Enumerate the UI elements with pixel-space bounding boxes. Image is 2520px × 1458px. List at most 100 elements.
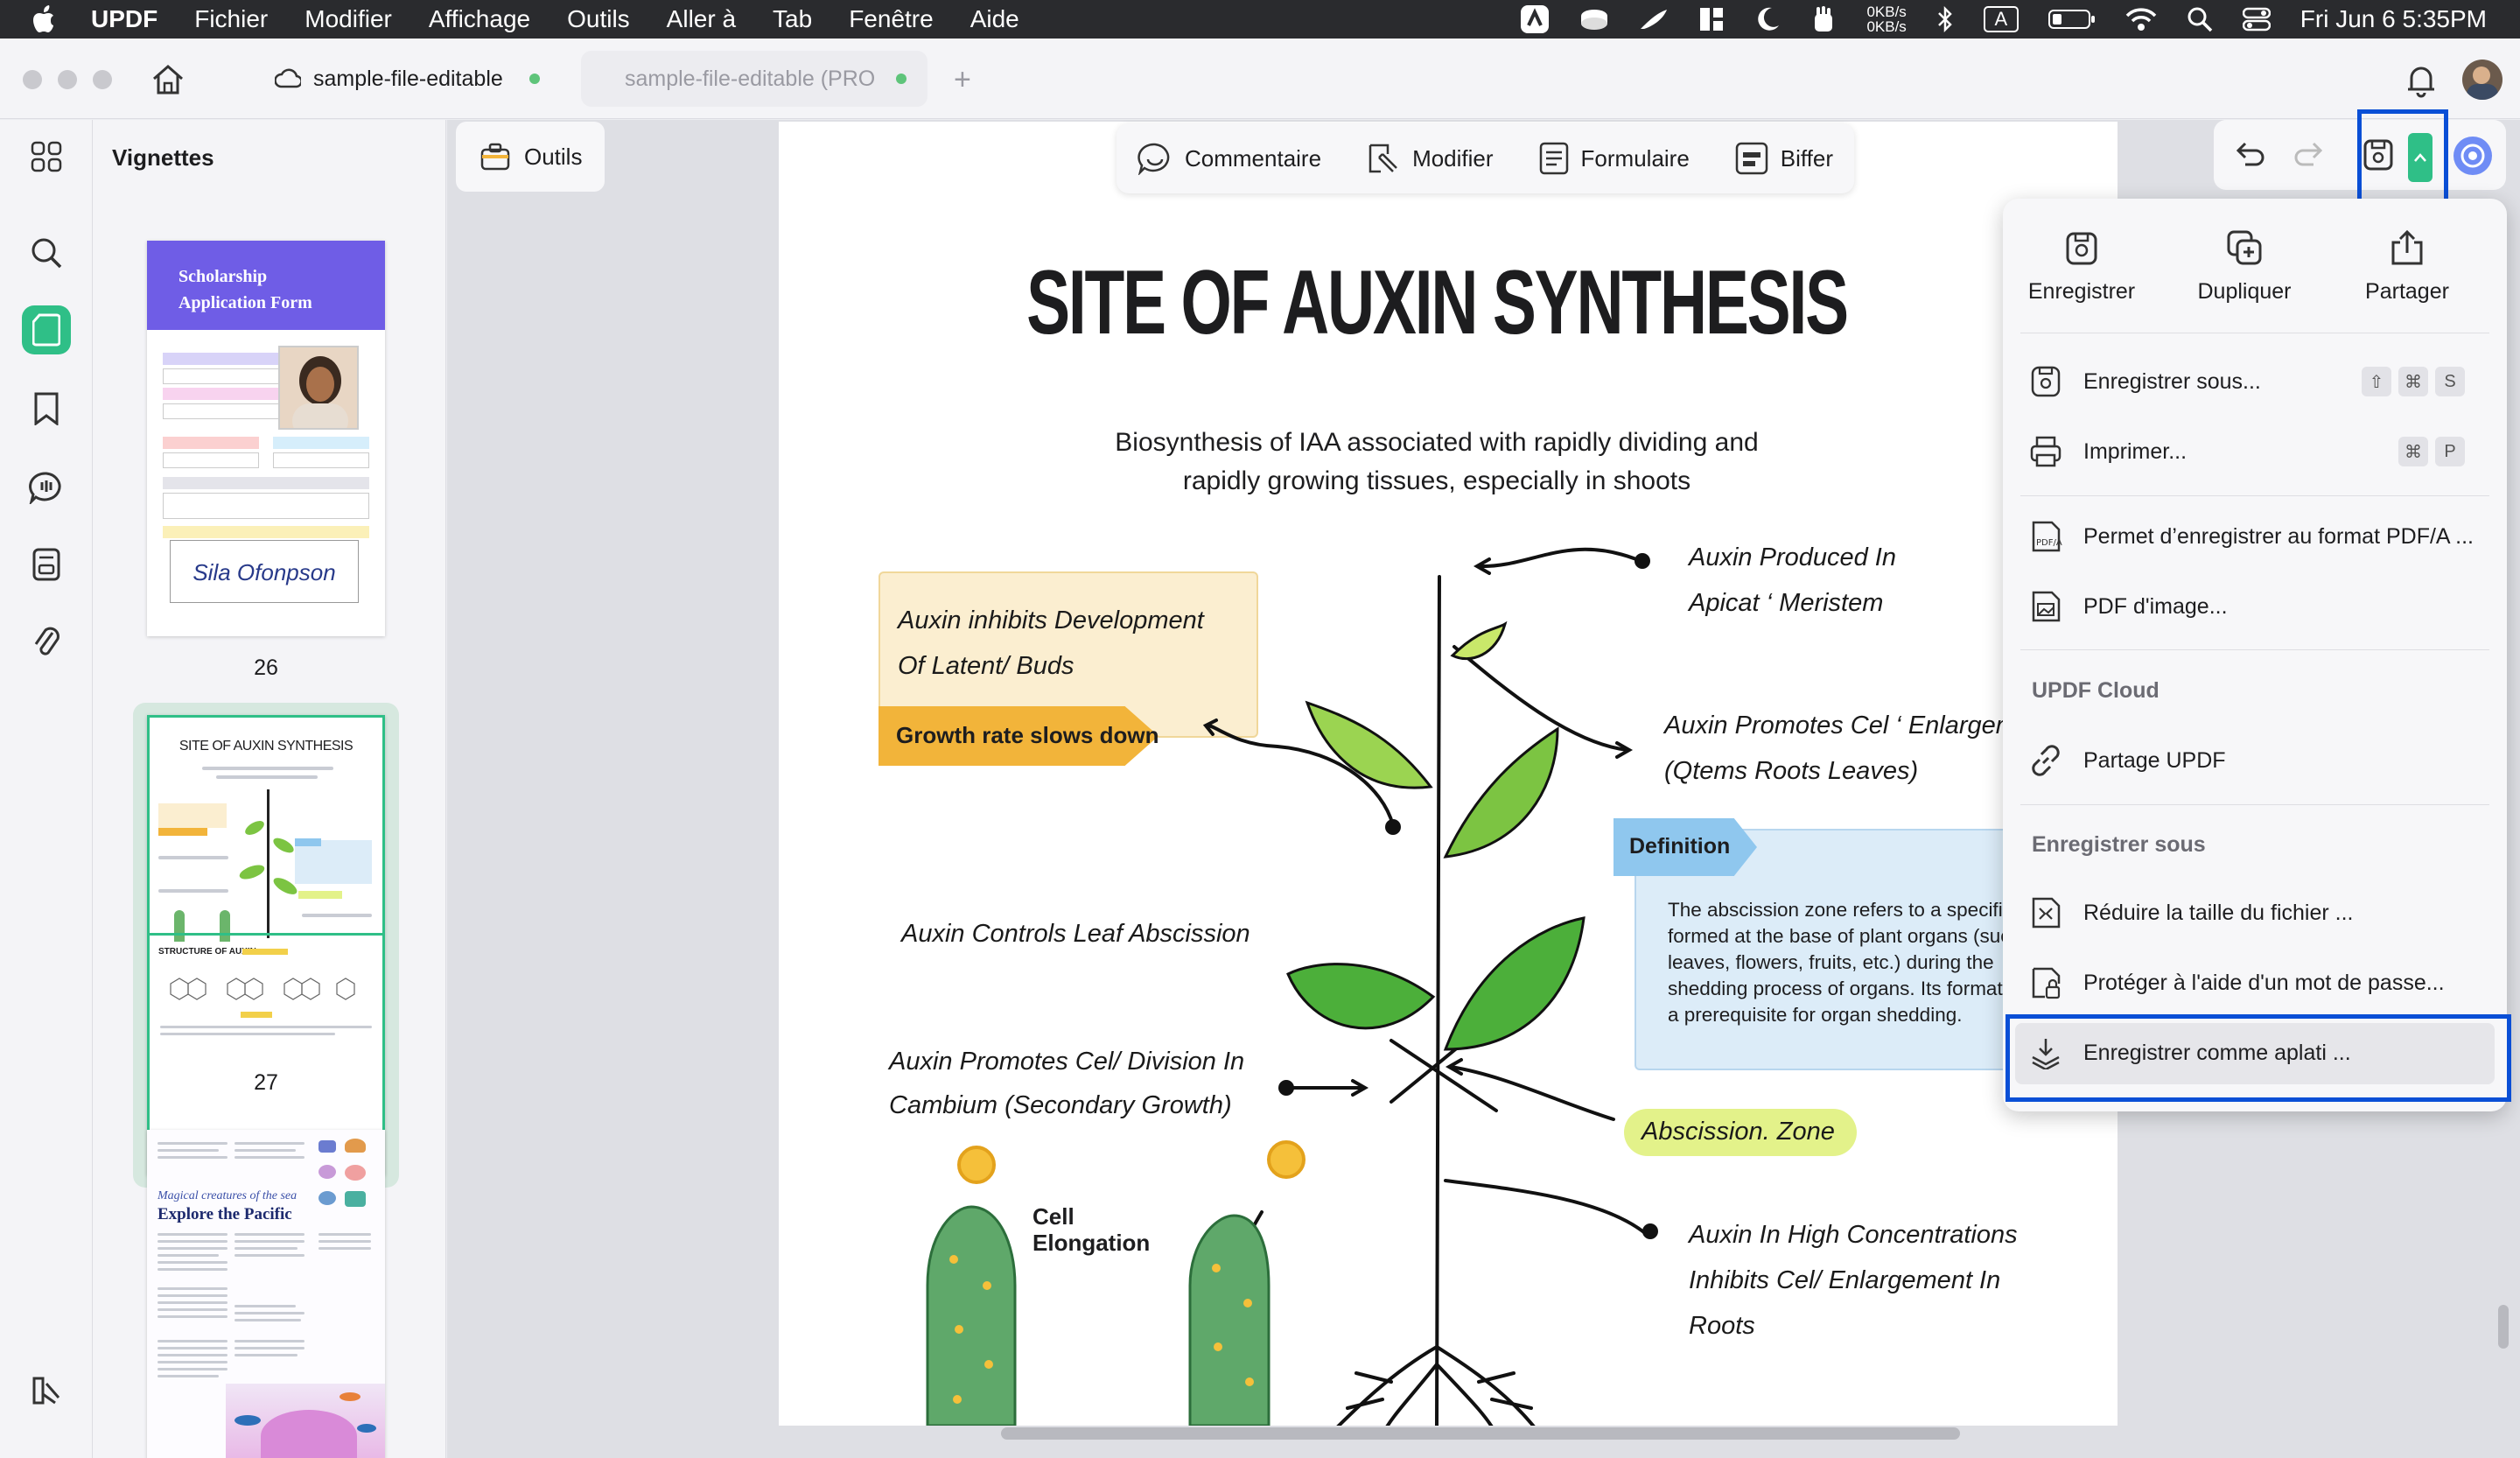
menu-modifier[interactable]: Modifier — [304, 5, 392, 33]
page-thumbnail-26[interactable]: Scholarship Application Form Sila Ofonps… — [147, 241, 385, 636]
battery-icon[interactable] — [2048, 8, 2096, 31]
thumbnails-panel: Vignettes Scholarship Application Form S… — [93, 120, 524, 1458]
dd-separator — [2020, 649, 2489, 650]
commentaire-label: Commentaire — [1185, 144, 1322, 172]
outils-label: Outils — [524, 143, 583, 170]
dd-pdf-image-label: PDF d'image... — [2083, 593, 2228, 619]
thumb-coral-illustration — [226, 1384, 385, 1458]
menu-fichier[interactable]: Fichier — [194, 5, 268, 33]
kbd-shift: ⇧ — [2362, 367, 2391, 396]
thumb-auxin-title: SITE OF AUXIN SYNTHESIS — [178, 739, 354, 754]
kbd-cmd: ⌘ — [2398, 367, 2428, 396]
redact-icon — [1735, 142, 1768, 175]
form-fields-icon[interactable] — [22, 540, 71, 589]
attachment-paperclip-icon[interactable] — [22, 617, 71, 666]
dd-dupliquer-button[interactable]: Dupliquer — [2166, 228, 2323, 305]
tab-saved-dot — [528, 74, 540, 84]
grid-status-icon[interactable] — [1698, 6, 1725, 32]
redo-icon[interactable] — [2294, 138, 2326, 170]
biffer-label: Biffer — [1780, 144, 1834, 172]
dd-print-item[interactable]: Imprimer... ⌘ P — [2029, 427, 2484, 476]
formulaire-label: Formulaire — [1580, 144, 1690, 172]
apple-icon[interactable] — [33, 5, 68, 33]
toolbox-icon — [480, 143, 510, 171]
notification-bell-icon[interactable] — [2404, 63, 2438, 98]
macos-menu-bar: UPDF Fichier Modifier Affichage Outils A… — [0, 0, 2520, 39]
dd-pdfa-item[interactable]: PDF/A Permet d’enregistrer au format PDF… — [2029, 512, 2484, 561]
save-icon — [2066, 232, 2097, 265]
edit-icon — [1368, 144, 1397, 173]
disk-icon[interactable] — [1579, 6, 1609, 32]
bluetooth-icon[interactable] — [1936, 6, 1954, 32]
menu-app-name[interactable]: UPDF — [91, 5, 158, 33]
tab-label: sample-file-editable — [313, 66, 503, 91]
thumbnails-icon[interactable] — [22, 305, 71, 354]
apps-grid-icon[interactable] — [22, 132, 71, 181]
plant-illustration — [926, 547, 1658, 1426]
tab-saved-dot — [896, 74, 907, 84]
print-shortcut: ⌘ P — [2391, 437, 2465, 466]
vertical-scrollbar[interactable] — [2498, 1305, 2509, 1349]
dd-separator — [2020, 804, 2489, 805]
user-avatar[interactable] — [2462, 60, 2502, 100]
dd-enregistrer-button[interactable]: Enregistrer — [2003, 228, 2160, 305]
dd-partage-updf-item[interactable]: Partage UPDF — [2029, 736, 2484, 785]
dd-protect-password-label: Protéger à l'aide d'un mot de passe... — [2083, 970, 2445, 995]
formulaire-button[interactable]: Formulaire — [1539, 142, 1690, 175]
menu-affichage[interactable]: Affichage — [429, 5, 530, 33]
tab-sample-file-editable[interactable]: sample-file-editable — [275, 51, 540, 107]
dd-reduce-size-label: Réduire la taille du fichier ... — [2083, 900, 2354, 925]
feather-icon[interactable] — [1639, 6, 1669, 32]
updf-status-icon[interactable] — [1520, 4, 1550, 34]
spotlight-search-icon[interactable] — [2187, 6, 2213, 32]
outils-button[interactable]: Outils — [456, 122, 605, 192]
share-icon — [2391, 229, 2423, 265]
commentaire-button[interactable]: Commentaire — [1138, 142, 1321, 175]
wifi-icon[interactable] — [2125, 7, 2157, 32]
printer-icon — [2030, 436, 2062, 467]
page-thumbnail-28[interactable]: Magical creatures of the sea Explore the… — [147, 1130, 385, 1458]
dd-protect-password-item[interactable]: Protéger à l'aide d'un mot de passe... — [2029, 958, 2484, 1007]
dd-pdfa-label: Permet d’enregistrer au format PDF/A ... — [2083, 523, 2474, 549]
control-center-icon[interactable] — [2242, 6, 2271, 32]
horizontal-scrollbar[interactable] — [1001, 1427, 1960, 1440]
tab-sample-file-editable-pro[interactable]: sample-file-editable (PRO — [581, 51, 928, 107]
clock-datetime[interactable]: Fri Jun 6 5:35PM — [2300, 5, 2487, 33]
thumb-form-title: Scholarship Application Form — [178, 267, 312, 312]
dd-save-as-label: Enregistrer sous... — [2083, 368, 2261, 394]
image-pdf-icon — [2032, 591, 2061, 622]
biffer-button[interactable]: Biffer — [1735, 142, 1833, 175]
menu-aide[interactable]: Aide — [970, 5, 1019, 33]
page-number-27: 27 — [254, 1070, 278, 1095]
window-zoom-button[interactable] — [93, 70, 112, 89]
hand-icon[interactable] — [1810, 5, 1837, 33]
bookmark-icon[interactable] — [22, 384, 71, 433]
window-minimize-button[interactable] — [58, 70, 77, 89]
kbd-p: P — [2435, 437, 2465, 466]
ai-assistant-icon[interactable] — [2454, 137, 2492, 175]
dd-save-as-item[interactable]: Enregistrer sous... ⇧ ⌘ S — [2029, 357, 2484, 406]
menu-aller-a[interactable]: Aller à — [667, 5, 736, 33]
new-tab-plus-icon[interactable]: + — [954, 63, 971, 97]
comment-list-icon[interactable] — [22, 463, 71, 512]
dd-reduce-size-item[interactable]: Réduire la taille du fichier ... — [2029, 888, 2484, 937]
link-icon — [2032, 745, 2060, 776]
dd-updf-cloud-header: UPDF Cloud — [2032, 678, 2160, 703]
input-source-indicator[interactable]: A — [1983, 6, 2019, 32]
search-icon[interactable] — [22, 228, 71, 277]
moon-icon[interactable] — [1754, 6, 1781, 32]
menu-fenetre[interactable]: Fenêtre — [849, 5, 934, 33]
page-thumbnail-27[interactable]: SITE OF AUXIN SYNTHESIS STRUCTURE OF AUX… — [147, 715, 385, 1175]
dd-save-under-header: Enregistrer sous — [2032, 832, 2206, 857]
menu-outils[interactable]: Outils — [567, 5, 630, 33]
dd-pdf-image-item[interactable]: PDF d'image... — [2029, 582, 2484, 631]
layers-bottom-icon[interactable] — [22, 1366, 71, 1415]
window-close-button[interactable] — [23, 70, 42, 89]
modifier-button[interactable]: Modifier — [1367, 142, 1494, 175]
menu-tab[interactable]: Tab — [773, 5, 812, 33]
pdf-page[interactable]: SITE OF AUXIN SYNTHESIS Biosynthesis of … — [779, 122, 2118, 1426]
dd-partager-button[interactable]: Partager — [2328, 228, 2486, 305]
home-icon[interactable] — [150, 63, 186, 96]
undo-icon[interactable] — [2233, 138, 2264, 170]
dd-dupliquer-label: Dupliquer — [2197, 279, 2292, 304]
